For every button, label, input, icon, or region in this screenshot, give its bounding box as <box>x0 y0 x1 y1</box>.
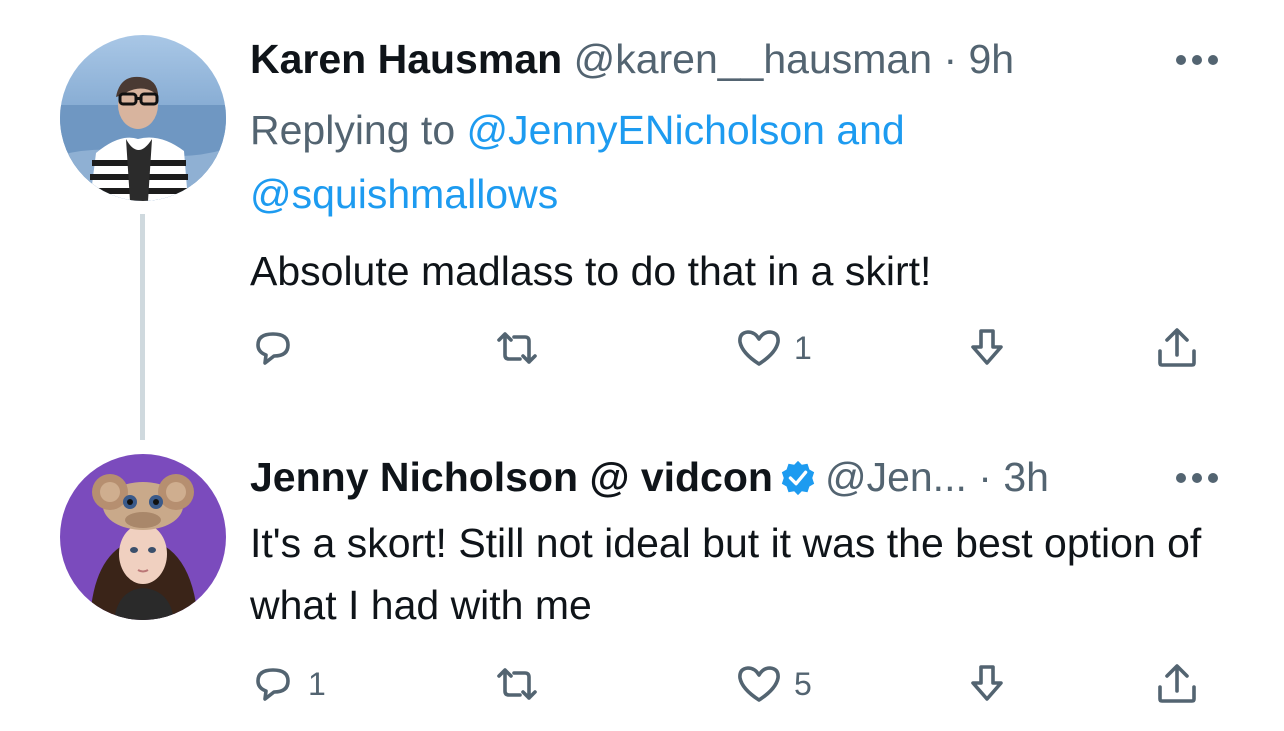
display-name[interactable]: Karen Hausman <box>250 36 562 82</box>
retweet-icon <box>497 668 537 700</box>
download-arrow-icon <box>971 329 1003 365</box>
like-count: 5 <box>794 665 812 702</box>
separator-dot: · <box>943 36 958 82</box>
heart-icon <box>738 666 780 702</box>
verified-badge-icon <box>781 460 815 496</box>
share-upload-icon <box>1158 664 1196 703</box>
more-horizontal-icon[interactable] <box>1174 470 1220 486</box>
more-horizontal-icon[interactable] <box>1174 52 1220 68</box>
like-button[interactable]: 5 <box>734 654 812 714</box>
reply-bubble-icon <box>256 668 290 701</box>
user-handle[interactable]: @Jen... <box>825 454 967 500</box>
download-arrow-icon <box>971 665 1003 701</box>
share-button[interactable] <box>1152 318 1202 378</box>
user-handle[interactable]: @karen__hausman <box>574 36 932 82</box>
share-button[interactable] <box>1152 654 1202 714</box>
mention-squishmallows[interactable]: @squishmallows <box>250 171 558 217</box>
download-button[interactable] <box>962 654 1012 714</box>
separator-dot: · <box>978 454 992 500</box>
tweet-actions: 1 5 <box>0 654 1284 714</box>
mention-jenny[interactable]: @JennyENicholson <box>467 107 825 153</box>
timestamp[interactable]: 3h <box>1003 454 1049 500</box>
tweet-header: Karen Hausman @karen__hausman · 9h <box>250 34 1014 84</box>
tweet-text: Absolute madlass to do that in a skirt! <box>250 248 932 294</box>
mention-and[interactable]: and <box>825 107 904 153</box>
retweet-button[interactable] <box>492 318 552 378</box>
like-button[interactable]: 1 <box>734 318 812 378</box>
avatar[interactable] <box>60 454 226 620</box>
tweet-jenny[interactable]: Jenny Nicholson @ vidcon @Jen... · 3h It… <box>0 440 1284 731</box>
tweet-karen[interactable]: Karen Hausman @karen__hausman · 9h Reply… <box>0 0 1284 440</box>
reply-button[interactable] <box>248 318 308 378</box>
tweet-header: Jenny Nicholson @ vidcon @Jen... · 3h <box>250 452 1049 502</box>
reply-button[interactable]: 1 <box>248 654 326 714</box>
heart-icon <box>738 330 780 366</box>
reply-bubble-icon <box>256 332 290 365</box>
replying-to: Replying to @JennyENicholson and @squishm… <box>250 98 1050 226</box>
tweet-actions: 1 <box>0 318 1284 378</box>
avatar[interactable] <box>60 35 226 201</box>
retweet-icon <box>497 332 537 364</box>
download-button[interactable] <box>962 318 1012 378</box>
tweet-text: It's a skort! Still not ideal but it was… <box>250 520 1202 628</box>
share-upload-icon <box>1158 328 1196 367</box>
like-count: 1 <box>794 329 812 366</box>
reply-count: 1 <box>308 665 326 702</box>
retweet-button[interactable] <box>492 654 552 714</box>
replying-prefix: Replying to <box>250 107 467 153</box>
display-name[interactable]: Jenny Nicholson @ vidcon <box>250 454 773 500</box>
timestamp[interactable]: 9h <box>969 36 1015 82</box>
